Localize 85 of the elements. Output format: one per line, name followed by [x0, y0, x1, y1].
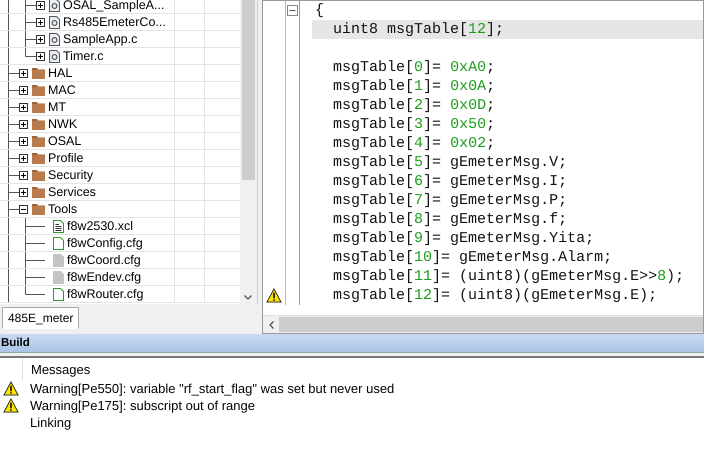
tree-item[interactable]: f8w2530.xcl — [67, 219, 134, 233]
tree-item[interactable]: f8wEndev.cfg — [67, 270, 142, 284]
expand-icon[interactable] — [36, 0, 45, 10]
expand-icon[interactable] — [19, 170, 28, 180]
panel-title: Build — [0, 334, 704, 353]
tree-line — [8, 133, 19, 149]
tree-item[interactable]: Timer.c — [63, 49, 104, 63]
code-line: msgTable[12]= (uint8)(gEmeterMsg.E); — [332, 286, 658, 305]
warning-icon — [266, 288, 282, 303]
tree-item[interactable]: f8wCoord.cfg — [67, 253, 141, 267]
folder-icon — [32, 101, 45, 113]
tree-line — [8, 82, 19, 98]
folder-icon — [32, 152, 45, 164]
tree-item[interactable]: MAC — [48, 83, 76, 97]
folder-icon — [32, 67, 45, 79]
workspace-tab[interactable]: 485E_meter — [2, 307, 80, 329]
code-line: msgTable[6]= gEmeterMsg.I; — [332, 172, 568, 191]
file-icon — [53, 254, 64, 266]
expand-icon[interactable] — [19, 188, 28, 196]
code-line: uint8 msgTable[12]; — [332, 20, 504, 39]
tree-item[interactable]: f8wRouter.cfg — [67, 287, 144, 301]
expand-icon[interactable] — [19, 136, 28, 146]
code-line: msgTable[5]= gEmeterMsg.V; — [332, 153, 568, 172]
scroll-down-icon[interactable] — [244, 295, 252, 300]
collapse-icon[interactable] — [19, 204, 28, 214]
tree-item[interactable]: Services — [48, 185, 96, 199]
tree-item[interactable]: NWK — [48, 117, 78, 131]
code-line: msgTable[9]= gEmeterMsg.Yita; — [332, 229, 594, 248]
build-message[interactable]: Linking — [22, 415, 72, 430]
file-icon — [53, 270, 64, 284]
file-icon — [53, 288, 64, 300]
tree-item[interactable]: OSAL_SampleA... — [63, 0, 164, 12]
folder-icon — [32, 135, 45, 147]
c-file-icon — [49, 32, 60, 46]
scrollbar-thumb[interactable] — [279, 317, 703, 332]
code-line: msgTable[1]= 0x0A; — [332, 77, 496, 96]
code-line: msgTable[10]= gEmeterMsg.Alarm; — [332, 248, 612, 267]
text-file-icon — [53, 220, 64, 232]
expand-icon[interactable] — [19, 102, 28, 112]
tree-line — [8, 116, 19, 132]
tree-item[interactable]: Profile — [48, 151, 84, 165]
tree-line — [8, 150, 19, 166]
tree-item[interactable]: SampleApp.c — [63, 32, 138, 46]
file-icon — [53, 236, 64, 250]
build-message[interactable]: Warning[Pe550]: variable "rf_start_flag" was set but never used — [22, 381, 394, 396]
tree-line — [8, 184, 19, 200]
folder-icon — [32, 169, 45, 181]
tree-line — [8, 167, 19, 183]
expand-icon[interactable] — [36, 34, 45, 44]
code-line: msgTable[2]= 0x0D; — [332, 96, 496, 115]
c-file-icon — [49, 0, 60, 12]
expand-icon[interactable] — [19, 68, 28, 78]
tree-item[interactable]: f8wConfig.cfg — [67, 236, 143, 250]
column-header: Messages — [30, 362, 90, 376]
folder-icon — [32, 118, 45, 130]
code-line: msgTable[8]= gEmeterMsg.f; — [332, 210, 568, 229]
expand-icon[interactable] — [19, 154, 28, 162]
warning-icon — [3, 381, 19, 396]
expand-icon[interactable] — [36, 52, 45, 60]
build-message[interactable]: Warning[Pe175]: subscript out of range — [22, 398, 255, 413]
tree-line — [8, 99, 19, 115]
folder-icon — [32, 203, 45, 215]
code-line: { — [314, 1, 324, 20]
expand-icon[interactable] — [19, 86, 28, 94]
scrollbar-thumb[interactable] — [242, 0, 255, 180]
code-line: msgTable[7]= gEmeterMsg.P; — [332, 191, 568, 210]
code-line: msgTable[11]= (uint8)(gEmeterMsg.E>>8); — [332, 267, 684, 286]
folder-icon — [32, 84, 45, 96]
tree-item[interactable]: OSAL — [48, 134, 82, 148]
code-line: msgTable[3]= 0x50; — [332, 115, 496, 134]
expand-icon[interactable] — [36, 18, 45, 26]
tree-item[interactable]: Rs485EmeterCo... — [63, 15, 166, 29]
code-line: msgTable[0]= 0xA0; — [332, 58, 496, 77]
tree-item[interactable]: HAL — [48, 66, 72, 80]
code-line: msgTable[4]= 0x02; — [332, 134, 496, 153]
expand-icon[interactable] — [19, 120, 28, 128]
folder-icon — [32, 186, 45, 198]
c-file-icon — [49, 16, 60, 28]
c-file-icon — [49, 50, 60, 62]
scroll-left-icon[interactable] — [268, 320, 274, 328]
collapse-icon[interactable] — [287, 5, 298, 16]
tree-item[interactable]: Security — [48, 168, 94, 182]
warning-icon — [3, 398, 19, 413]
tree-item[interactable]: Tools — [48, 202, 78, 216]
tree-item[interactable]: MT — [48, 100, 66, 114]
